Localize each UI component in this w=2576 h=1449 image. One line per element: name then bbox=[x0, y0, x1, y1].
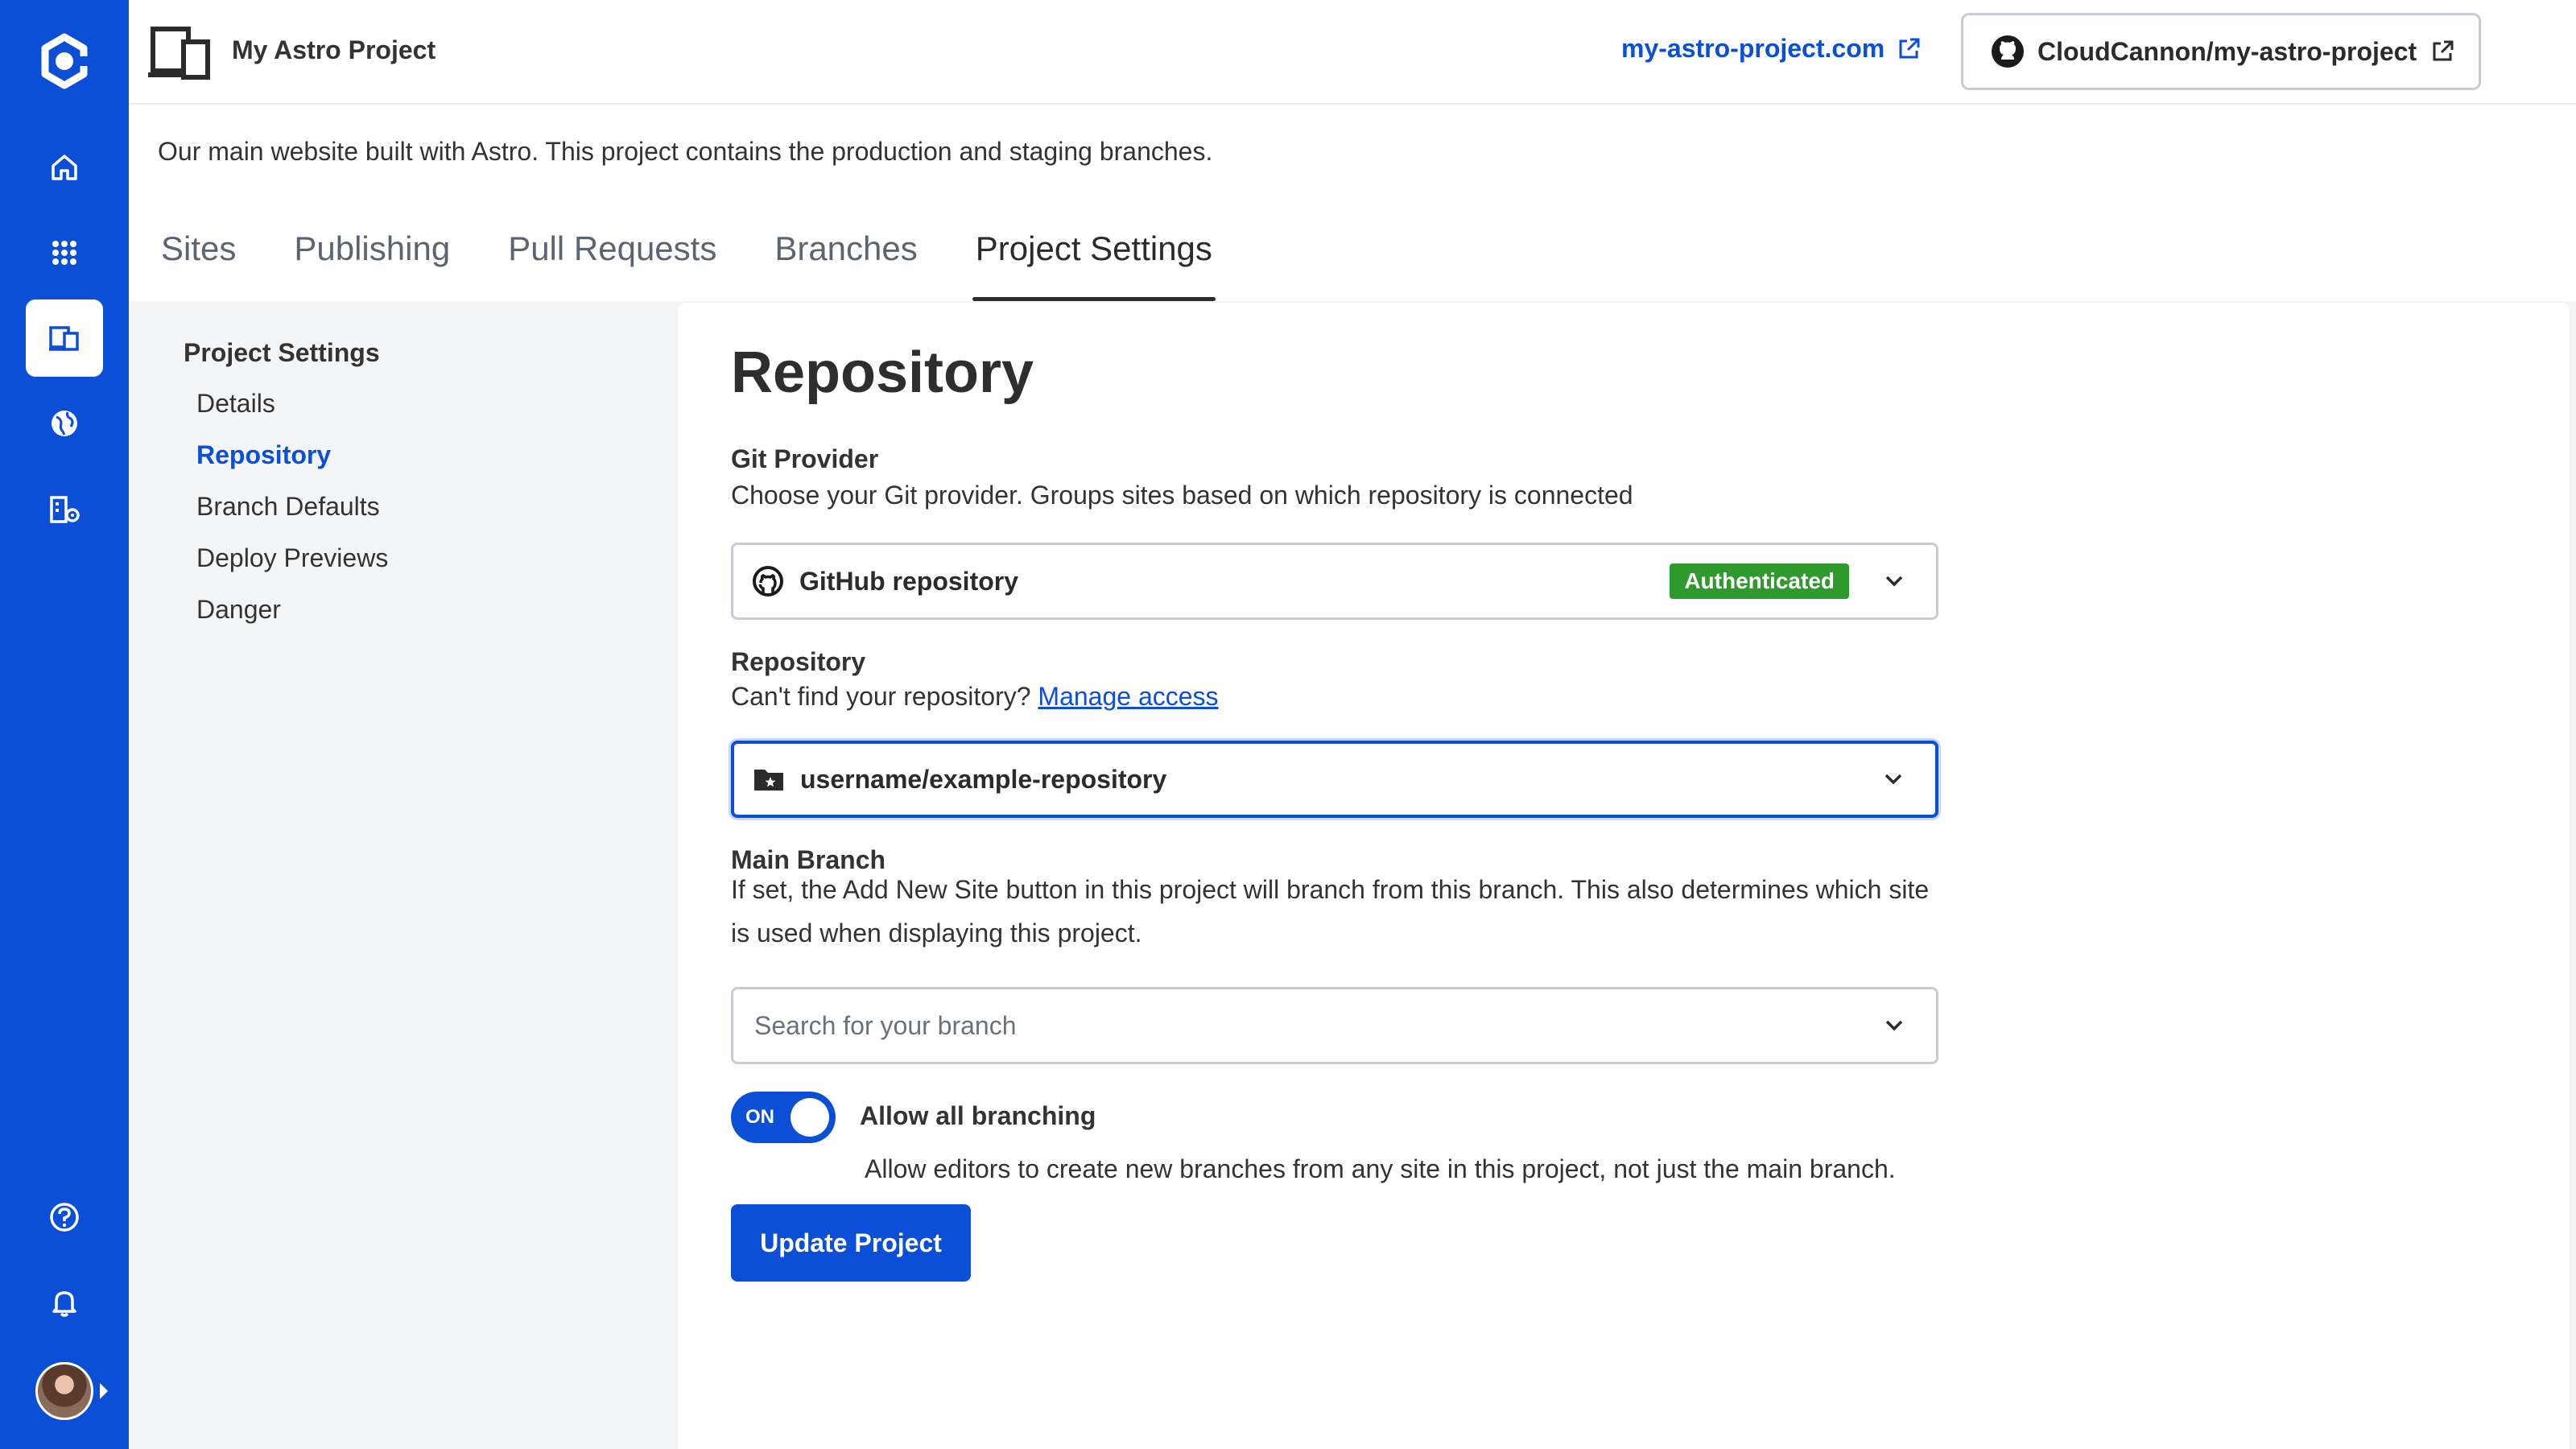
repository-link-button[interactable]: CloudCannon/my-astro-project bbox=[1961, 13, 2481, 90]
bell-icon bbox=[52, 1291, 76, 1317]
manage-access-link[interactable]: Manage access bbox=[1038, 682, 1218, 711]
settings-nav-repository[interactable]: Repository bbox=[196, 439, 388, 490]
repository-help: Can't find your repository? Manage acces… bbox=[731, 675, 1946, 718]
main-branch-select[interactable] bbox=[731, 987, 1938, 1064]
rail-domains-button[interactable] bbox=[26, 385, 103, 462]
page-title: Repository bbox=[731, 341, 1034, 405]
repository-link-text: CloudCannon/my-astro-project bbox=[2037, 36, 2417, 66]
user-avatar[interactable] bbox=[35, 1362, 93, 1420]
tab-branches[interactable]: Branches bbox=[771, 221, 920, 301]
chevron-down-icon[interactable] bbox=[1881, 1013, 1907, 1038]
external-link-icon bbox=[1899, 38, 1920, 58]
git-provider-select[interactable]: GitHub repository Authenticated bbox=[731, 543, 1938, 620]
repository-value: username/example-repository bbox=[800, 764, 1167, 794]
github-icon bbox=[753, 566, 783, 597]
caret-right-icon[interactable] bbox=[100, 1383, 108, 1399]
chevron-down-icon bbox=[1885, 774, 1902, 785]
rail-help-button[interactable] bbox=[26, 1179, 103, 1256]
chevron-down-icon bbox=[1885, 576, 1903, 587]
update-project-button[interactable]: Update Project bbox=[731, 1204, 971, 1282]
site-link[interactable]: my-astro-project.com bbox=[1621, 34, 1922, 64]
organization-settings-icon bbox=[50, 496, 80, 523]
home-icon bbox=[52, 155, 77, 180]
settings-nav-danger[interactable]: Danger bbox=[196, 593, 388, 645]
git-provider-help: Choose your Git provider. Groups sites b… bbox=[731, 481, 1633, 510]
repository-label: Repository bbox=[731, 647, 866, 676]
project-name: My Astro Project bbox=[232, 35, 436, 64]
top-header: My Astro Project my-astro-project.com Cl… bbox=[129, 0, 2576, 105]
settings-nav-deploy-previews[interactable]: Deploy Previews bbox=[196, 542, 388, 593]
external-link-icon bbox=[2433, 40, 2454, 61]
settings-nav-title: Project Settings bbox=[184, 338, 380, 367]
left-rail bbox=[0, 0, 129, 1449]
rail-organization-button[interactable] bbox=[26, 470, 103, 547]
tab-publishing[interactable]: Publishing bbox=[291, 221, 453, 301]
allow-branching-label: Allow all branching bbox=[860, 1101, 1096, 1130]
project-devices-icon bbox=[148, 27, 210, 80]
repository-settings-card: Repository Git Provider Choose your Git … bbox=[678, 303, 2570, 1449]
tab-sites[interactable]: Sites bbox=[158, 221, 239, 301]
settings-nav: Project Settings Details Repository Bran… bbox=[184, 338, 388, 645]
authenticated-badge: Authenticated bbox=[1670, 564, 1849, 599]
project-tabs: Sites Publishing Pull Requests Branches … bbox=[158, 221, 1267, 301]
git-provider-label: Git Provider bbox=[731, 444, 879, 473]
git-provider-value: GitHub repository bbox=[799, 566, 1019, 596]
projects-icon bbox=[49, 326, 79, 351]
rail-home-button[interactable] bbox=[26, 129, 103, 206]
globe-icon bbox=[52, 411, 77, 436]
rail-projects-button[interactable] bbox=[26, 299, 103, 377]
branch-search-input[interactable] bbox=[751, 1010, 1881, 1041]
tab-project-settings[interactable]: Project Settings bbox=[972, 221, 1216, 301]
help-icon bbox=[50, 1203, 79, 1232]
github-icon bbox=[1992, 35, 2024, 68]
cloudcannon-logo-icon[interactable] bbox=[35, 32, 93, 90]
repository-help-text: Can't find your repository? bbox=[731, 682, 1031, 711]
rail-notifications-button[interactable] bbox=[26, 1264, 103, 1341]
folder-star-icon bbox=[754, 770, 783, 791]
settings-nav-details[interactable]: Details bbox=[196, 387, 388, 439]
allow-branching-help: Allow editors to create new branches fro… bbox=[865, 1154, 1896, 1183]
settings-nav-branch-defaults[interactable]: Branch Defaults bbox=[196, 490, 388, 542]
toggle-knob bbox=[791, 1098, 829, 1137]
apps-grid-icon bbox=[52, 241, 76, 265]
site-link-text: my-astro-project.com bbox=[1621, 34, 1885, 63]
repository-select[interactable]: username/example-repository bbox=[731, 741, 1938, 818]
project-description: Our main website built with Astro. This … bbox=[158, 137, 1213, 166]
main-branch-help: If set, the Add New Site button in this … bbox=[731, 875, 1930, 947]
project-subheader: Our main website built with Astro. This … bbox=[129, 105, 2576, 301]
toggle-state-label: ON bbox=[745, 1106, 774, 1128]
tab-pull-requests[interactable]: Pull Requests bbox=[505, 221, 720, 301]
rail-apps-button[interactable] bbox=[26, 214, 103, 291]
allow-branching-toggle[interactable]: ON bbox=[731, 1092, 836, 1143]
